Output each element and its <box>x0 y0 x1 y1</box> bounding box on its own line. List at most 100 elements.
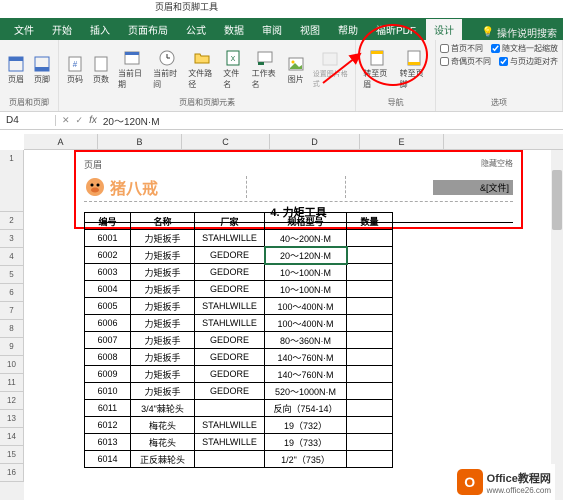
table-cell[interactable]: 10～100N·M <box>265 264 347 281</box>
colhdr-e[interactable]: E <box>360 134 444 149</box>
tab-layout[interactable]: 页面布局 <box>120 19 176 40</box>
table-cell[interactable] <box>347 417 393 434</box>
goto-footer-button[interactable]: 转至页脚 <box>397 47 431 92</box>
table-cell[interactable]: 6012 <box>85 417 131 434</box>
scale-with-doc-checkbox[interactable]: 随文档一起缩放 <box>491 42 558 55</box>
table-cell[interactable]: 力矩扳手 <box>131 230 195 247</box>
table-cell[interactable]: STAHLWILLE <box>195 298 265 315</box>
table-cell[interactable] <box>195 400 265 417</box>
formula-bar[interactable]: 20～120N·M <box>103 113 160 128</box>
tell-me-search[interactable]: 💡 操作说明搜索 <box>482 25 563 40</box>
picture-button[interactable]: 图片 <box>284 53 308 87</box>
cancel-formula-icon[interactable]: ✕ <box>62 115 70 126</box>
time-button[interactable]: 当前时间 <box>150 47 183 92</box>
rowhdr-14[interactable]: 14 <box>0 428 24 446</box>
tab-foxit[interactable]: 福昕PDF <box>368 19 424 40</box>
rowhdr-9[interactable]: 9 <box>0 338 24 356</box>
hide-empty-button[interactable]: 隐藏空格 <box>481 158 513 171</box>
table-cell[interactable]: 19（732） <box>265 417 347 434</box>
fx-icon[interactable]: fx <box>89 115 97 126</box>
table-cell[interactable]: 10～100N·M <box>265 281 347 298</box>
tab-home[interactable]: 开始 <box>44 19 80 40</box>
table-cell[interactable]: 6007 <box>85 332 131 349</box>
rowhdr-2[interactable]: 2 <box>0 212 24 230</box>
odd-even-different-checkbox[interactable]: 奇偶页不同 <box>440 55 491 68</box>
table-cell[interactable]: STAHLWILLE <box>195 434 265 451</box>
table-cell[interactable] <box>347 400 393 417</box>
rowhdr-15[interactable]: 15 <box>0 446 24 464</box>
table-cell[interactable]: 40～200N·M <box>265 230 347 247</box>
table-cell[interactable]: 力矩扳手 <box>131 366 195 383</box>
table-cell[interactable]: 力矩扳手 <box>131 383 195 400</box>
rowhdr-8[interactable]: 8 <box>0 320 24 338</box>
table-cell[interactable]: 140～760N·M <box>265 349 347 366</box>
table-cell[interactable]: GEDORE <box>195 349 265 366</box>
header-center-section[interactable] <box>246 176 346 198</box>
table-cell[interactable]: 100～400N·M <box>265 298 347 315</box>
confirm-formula-icon[interactable]: ✓ <box>76 115 84 126</box>
table-header[interactable]: 厂家 <box>195 213 265 230</box>
rowhdr-6[interactable]: 6 <box>0 284 24 302</box>
table-cell[interactable] <box>347 349 393 366</box>
table-cell[interactable]: 力矩扳手 <box>131 281 195 298</box>
table-cell[interactable]: GEDORE <box>195 366 265 383</box>
table-cell[interactable]: 140～760N·M <box>265 366 347 383</box>
table-cell[interactable]: GEDORE <box>195 383 265 400</box>
table-header[interactable]: 编号 <box>85 213 131 230</box>
tab-design[interactable]: 设计 <box>426 19 462 40</box>
table-cell[interactable]: 6009 <box>85 366 131 383</box>
table-cell[interactable]: 6014 <box>85 451 131 468</box>
table-cell[interactable] <box>347 451 393 468</box>
tab-data[interactable]: 数据 <box>216 19 252 40</box>
table-cell[interactable] <box>347 383 393 400</box>
table-cell[interactable]: GEDORE <box>195 332 265 349</box>
tab-file[interactable]: 文件 <box>6 19 42 40</box>
goto-header-button[interactable]: 转至页眉 <box>360 47 394 92</box>
table-cell[interactable]: 6011 <box>85 400 131 417</box>
table-cell[interactable] <box>347 247 393 264</box>
first-page-different-checkbox[interactable]: 首页不同 <box>440 42 483 55</box>
pagecount-button[interactable]: 页数 <box>89 53 113 87</box>
rowhdr-4[interactable]: 4 <box>0 248 24 266</box>
table-cell[interactable]: GEDORE <box>195 247 265 264</box>
date-button[interactable]: 当前日期 <box>115 47 148 92</box>
table-cell[interactable] <box>347 332 393 349</box>
pagenum-button[interactable]: #页码 <box>63 53 87 87</box>
table-cell[interactable]: 1/2"（735） <box>265 451 347 468</box>
table-cell[interactable]: 6006 <box>85 315 131 332</box>
table-cell[interactable]: 520～1000N·M <box>265 383 347 400</box>
table-cell[interactable]: 3/4"棘轮头 <box>131 400 195 417</box>
tab-insert[interactable]: 插入 <box>82 19 118 40</box>
filename-button[interactable]: X文件名 <box>220 47 246 92</box>
sheetname-button[interactable]: 工作表名 <box>249 47 282 92</box>
table-cell[interactable]: 梅花头 <box>131 434 195 451</box>
table-cell[interactable] <box>347 315 393 332</box>
table-cell[interactable]: GEDORE <box>195 264 265 281</box>
table-cell[interactable]: 6001 <box>85 230 131 247</box>
table-header[interactable]: 名称 <box>131 213 195 230</box>
rowhdr-11[interactable]: 11 <box>0 374 24 392</box>
table-cell[interactable]: 6004 <box>85 281 131 298</box>
table-cell[interactable]: 6005 <box>85 298 131 315</box>
align-margins-checkbox[interactable]: 与页边距对齐 <box>499 55 558 68</box>
table-cell[interactable] <box>347 298 393 315</box>
table-cell[interactable]: 6002 <box>85 247 131 264</box>
table-cell[interactable]: 20～120N·M <box>265 247 347 264</box>
table-cell[interactable]: 6003 <box>85 264 131 281</box>
table-cell[interactable]: 反向（754-14） <box>265 400 347 417</box>
table-cell[interactable] <box>347 434 393 451</box>
table-cell[interactable]: 100～400N·M <box>265 315 347 332</box>
table-cell[interactable]: GEDORE <box>195 281 265 298</box>
table-cell[interactable] <box>347 281 393 298</box>
rowhdr-5[interactable]: 5 <box>0 266 24 284</box>
table-cell[interactable]: 力矩扳手 <box>131 298 195 315</box>
table-cell[interactable]: 80～360N·M <box>265 332 347 349</box>
name-box[interactable]: D4 <box>0 115 56 126</box>
table-header[interactable]: 数量 <box>347 213 393 230</box>
colhdr-b[interactable]: B <box>98 134 182 149</box>
header-button[interactable]: 页眉 <box>4 53 28 87</box>
table-cell[interactable]: STAHLWILLE <box>195 315 265 332</box>
table-cell[interactable] <box>347 264 393 281</box>
rowhdr-1[interactable]: 1 <box>0 150 24 212</box>
rowhdr-7[interactable]: 7 <box>0 302 24 320</box>
